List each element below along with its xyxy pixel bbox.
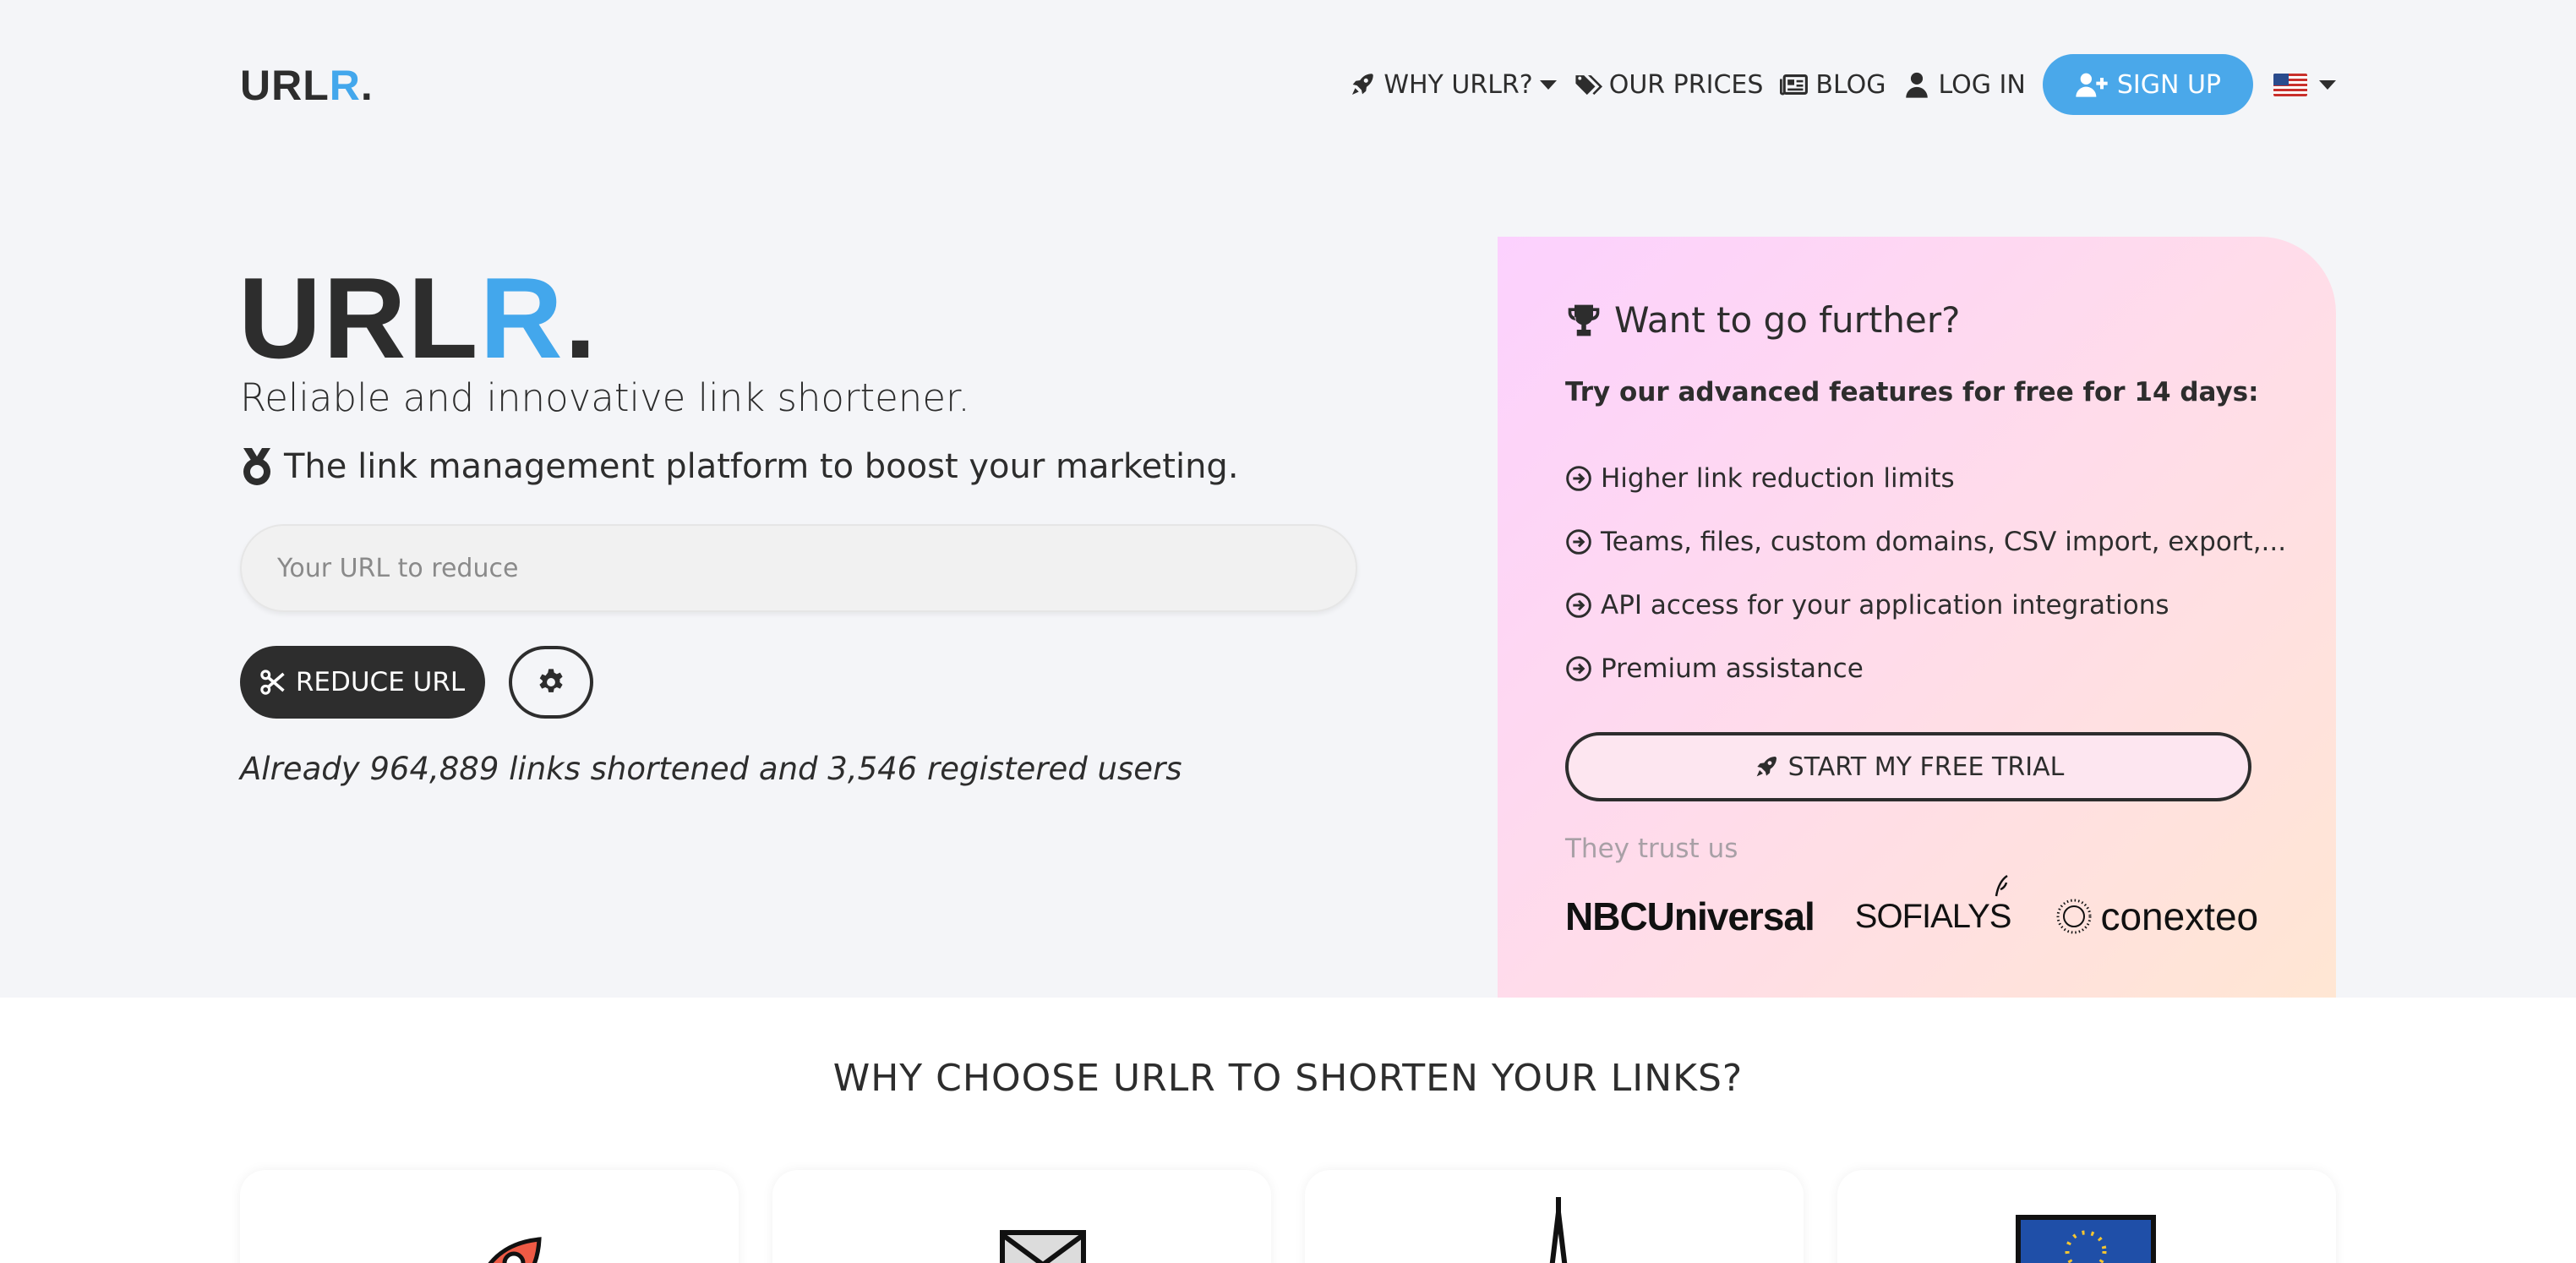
client-logo-sofialys: SOFIALYS <box>1855 874 2011 936</box>
feature-card <box>772 1170 1271 1263</box>
hero-logo: URLR. <box>238 254 598 382</box>
feature-text: API access for your application integrat… <box>1601 589 2169 621</box>
rocket-icon <box>1352 74 1374 96</box>
feature-card <box>240 1170 739 1263</box>
scissors-icon <box>260 670 285 695</box>
list-item: API access for your application integrat… <box>1565 573 2286 637</box>
rocket-icon <box>1756 757 1776 777</box>
user-plus-icon <box>2076 73 2108 97</box>
url-input[interactable] <box>240 524 1357 612</box>
trial-label: START MY FREE TRIAL <box>1787 752 2065 782</box>
list-item: Higher link reduction limits <box>1565 446 2286 510</box>
envelope-icon <box>1000 1230 1086 1263</box>
start-free-trial-button[interactable]: START MY FREE TRIAL <box>1565 732 2251 801</box>
site-logo[interactable]: URLR. <box>240 61 374 110</box>
settings-button[interactable] <box>509 646 593 719</box>
feature-card <box>1305 1170 1804 1263</box>
rocket-illustration-icon <box>488 1237 542 1263</box>
promo-title: Want to go further? <box>1565 299 1960 341</box>
main-nav: WHY URLR? OUR PRICES BLOG LOG IN SIGN UP <box>1348 54 2336 115</box>
leaf-icon <box>1995 874 2009 896</box>
feature-card <box>1837 1170 2336 1263</box>
nav-blog-label: BLOG <box>1815 69 1886 100</box>
promo-subtitle: Try our advanced features for free for 1… <box>1565 377 2259 407</box>
client-logo-nbcuniversal: NBCUniversal <box>1565 894 1815 938</box>
arrow-circle-right-icon <box>1566 592 1591 618</box>
signup-label: SIGN UP <box>2116 69 2221 100</box>
nav-why-label: WHY URLR? <box>1384 69 1533 100</box>
nav-why-urlr[interactable]: WHY URLR? <box>1348 69 1557 100</box>
us-flag-icon <box>2273 73 2307 96</box>
signup-button[interactable]: SIGN UP <box>2042 54 2253 115</box>
medal-icon <box>243 448 270 485</box>
trust-label: They trust us <box>1565 834 1738 864</box>
arrow-circle-right-icon <box>1566 528 1591 555</box>
nav-login-label: LOG IN <box>1938 69 2026 100</box>
list-item: Teams, files, custom domains, CSV import… <box>1565 510 2286 573</box>
tags-icon <box>1575 75 1602 96</box>
nav-blog[interactable]: BLOG <box>1780 70 1886 100</box>
feature-list: Higher link reduction limits Teams, file… <box>1565 446 2286 700</box>
gear-icon <box>539 669 563 692</box>
nav-login[interactable]: LOG IN <box>1902 69 2026 100</box>
nav-prices-label: OUR PRICES <box>1608 69 1764 100</box>
section-title: WHY CHOOSE URLR TO SHORTEN YOUR LINKS? <box>832 1057 1744 1100</box>
client-logos: NBCUniversal SOFIALYS conexteo <box>1565 874 2275 959</box>
promo-card: Want to go further? Try our advanced fea… <box>1498 237 2336 998</box>
chevron-down-icon <box>2319 79 2336 90</box>
subtagline-text: The link management platform to boost yo… <box>284 447 1239 486</box>
eu-flag-icon <box>2016 1215 2156 1263</box>
feature-text: Teams, files, custom domains, CSV import… <box>1601 526 2287 557</box>
newspaper-icon <box>1780 74 1809 96</box>
nav-prices[interactable]: OUR PRICES <box>1574 69 1764 100</box>
arrow-circle-right-icon <box>1566 465 1591 491</box>
feature-text: Higher link reduction limits <box>1601 462 1955 494</box>
user-icon <box>1906 72 1929 98</box>
promo-title-text: Want to go further? <box>1614 299 1961 341</box>
eiffel-tower-icon <box>1549 1197 1568 1263</box>
usage-stats: Already 964,889 links shortened and 3,54… <box>240 751 1182 787</box>
feature-text: Premium assistance <box>1601 653 1864 684</box>
reduce-url-label: REDUCE URL <box>295 667 466 697</box>
hero-tagline: Reliable and innovative link shortener. <box>240 375 970 420</box>
site-header: URLR. WHY URLR? OUR PRICES BLOG LOG IN S… <box>0 0 2576 169</box>
list-item: Premium assistance <box>1565 637 2286 700</box>
client-logo-conexteo: conexteo <box>2053 894 2258 939</box>
chevron-down-icon <box>1539 79 1557 90</box>
hero-subtagline: The link management platform to boost yo… <box>240 446 1239 487</box>
why-section: WHY CHOOSE URLR TO SHORTEN YOUR LINKS? <box>0 998 2576 1263</box>
language-selector[interactable] <box>2273 73 2336 96</box>
burst-icon <box>2056 899 2092 934</box>
reduce-url-button[interactable]: REDUCE URL <box>240 646 485 719</box>
arrow-circle-right-icon <box>1566 655 1591 681</box>
trophy-icon <box>1568 304 1600 336</box>
